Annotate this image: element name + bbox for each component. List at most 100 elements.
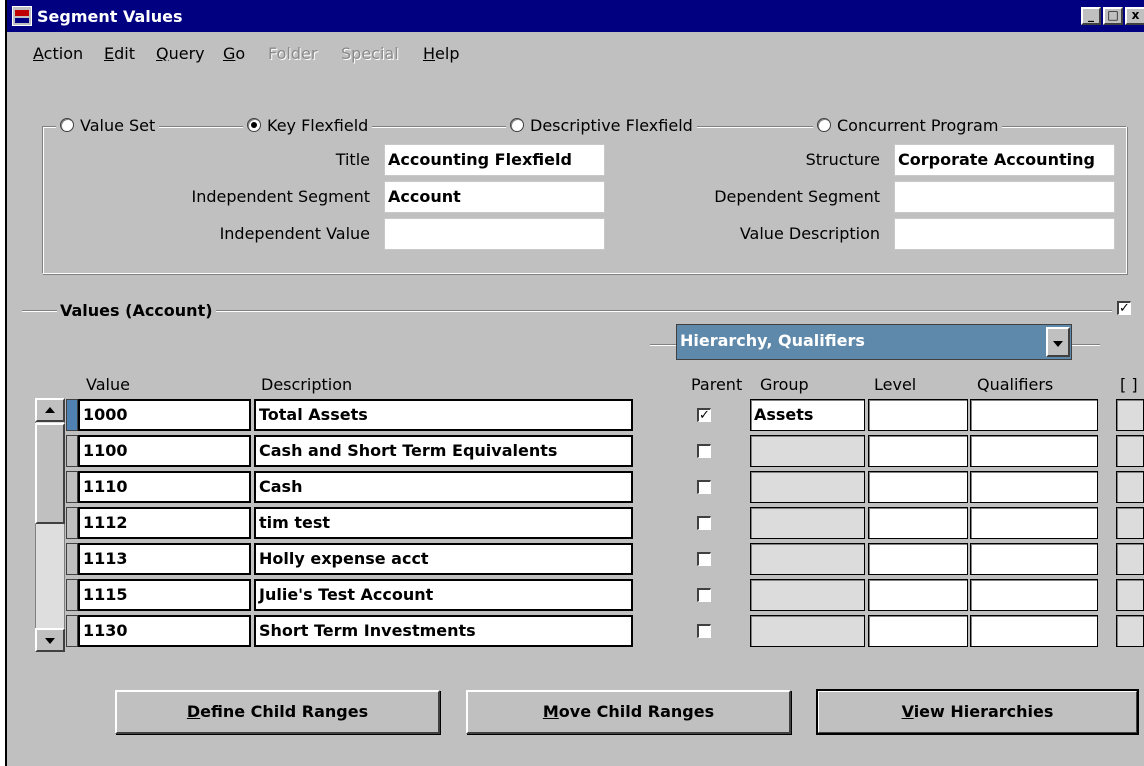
arrow-down-icon: [45, 638, 55, 644]
value-description-label: Value Description: [739, 224, 880, 243]
group-cell[interactable]: [750, 615, 865, 647]
independent-value-label: Independent Value: [219, 224, 370, 243]
group-cell[interactable]: [750, 435, 865, 467]
define-label: efine Child Ranges: [200, 702, 369, 721]
region-line-left: [650, 344, 676, 346]
type-option-key-flexfield[interactable]: Key Flexfield: [243, 115, 373, 137]
row-selector[interactable]: [66, 471, 78, 503]
scroll-down-button[interactable]: [35, 628, 65, 652]
row-selector[interactable]: [66, 579, 78, 611]
independent-segment-field[interactable]: Account: [384, 181, 605, 213]
group-cell[interactable]: Assets: [750, 399, 865, 431]
show-values-checkbox[interactable]: ✓: [1117, 301, 1131, 315]
qualifiers-cell[interactable]: [970, 543, 1098, 575]
type-option-value-set[interactable]: Value Set: [56, 115, 160, 137]
col-header-level: Level: [874, 375, 917, 394]
parent-checkbox[interactable]: [697, 480, 711, 494]
menu-item-query[interactable]: Query: [156, 43, 205, 65]
menu-item-edit[interactable]: Edit: [104, 43, 135, 65]
minimize-button[interactable]: _: [1081, 7, 1101, 25]
col-header-group: Group: [760, 375, 809, 394]
description-cell[interactable]: Julie's Test Account: [254, 579, 633, 611]
menu-item-action[interactable]: Action: [33, 43, 83, 65]
level-cell[interactable]: [868, 471, 968, 503]
row-selector[interactable]: [66, 543, 78, 575]
menu-item-folder[interactable]: Folder: [268, 43, 317, 65]
value-cell[interactable]: 1000: [78, 399, 251, 431]
level-cell[interactable]: [868, 507, 968, 539]
move-child-ranges-button[interactable]: Move Child Ranges: [466, 690, 791, 734]
description-cell[interactable]: Short Term Investments: [254, 615, 633, 647]
group-cell[interactable]: [750, 579, 865, 611]
title-field[interactable]: Accounting Flexfield: [384, 144, 605, 176]
independent-value-field[interactable]: [384, 218, 605, 250]
close-button[interactable]: x: [1125, 7, 1144, 25]
menu-item-go[interactable]: Go: [223, 43, 245, 65]
value-cell[interactable]: 1130: [78, 615, 251, 647]
value-cell[interactable]: 1112: [78, 507, 251, 539]
left-frame-edge: [0, 0, 7, 766]
qualifiers-cell[interactable]: [970, 399, 1098, 431]
value-cell[interactable]: 1100: [78, 435, 251, 467]
level-cell[interactable]: [868, 615, 968, 647]
row-selector[interactable]: [66, 399, 78, 431]
parent-checkbox[interactable]: [697, 552, 711, 566]
parent-checkbox[interactable]: [697, 624, 711, 638]
dff-cell[interactable]: [1116, 435, 1144, 467]
scroll-up-button[interactable]: [35, 398, 65, 422]
description-cell[interactable]: Total Assets: [254, 399, 633, 431]
row-selector[interactable]: [66, 615, 78, 647]
menu-mnemonic: A: [33, 44, 44, 63]
radio-unselected-icon[interactable]: [817, 118, 831, 132]
row-selector[interactable]: [66, 435, 78, 467]
level-cell[interactable]: [868, 435, 968, 467]
parent-checkbox[interactable]: ✓: [697, 408, 711, 422]
scrollbar-thumb[interactable]: [35, 423, 65, 524]
view-hierarchies-button[interactable]: View Hierarchies: [816, 689, 1139, 735]
value-cell[interactable]: 1115: [78, 579, 251, 611]
value-cell[interactable]: 1113: [78, 543, 251, 575]
qualifiers-cell[interactable]: [970, 471, 1098, 503]
parent-checkbox[interactable]: [697, 444, 711, 458]
type-option-label: Descriptive Flexfield: [530, 116, 693, 135]
dff-cell[interactable]: [1116, 579, 1144, 611]
description-cell[interactable]: tim test: [254, 507, 633, 539]
radio-selected-icon[interactable]: [247, 118, 261, 132]
level-cell[interactable]: [868, 579, 968, 611]
dff-cell[interactable]: [1116, 471, 1144, 503]
dff-cell[interactable]: [1116, 507, 1144, 539]
radio-unselected-icon[interactable]: [510, 118, 524, 132]
dependent-segment-field[interactable]: [894, 181, 1115, 213]
qualifiers-cell[interactable]: [970, 435, 1098, 467]
structure-field[interactable]: Corporate Accounting: [894, 144, 1115, 176]
window-icon[interactable]: [12, 6, 32, 26]
qualifiers-cell[interactable]: [970, 615, 1098, 647]
group-cell[interactable]: [750, 471, 865, 503]
value-description-field[interactable]: [894, 218, 1115, 250]
menu-label: Special: [341, 44, 399, 63]
parent-checkbox[interactable]: [697, 516, 711, 530]
menu-item-special[interactable]: Special: [341, 43, 399, 65]
group-cell[interactable]: [750, 543, 865, 575]
qualifiers-cell[interactable]: [970, 579, 1098, 611]
parent-checkbox[interactable]: [697, 588, 711, 602]
maximize-button[interactable]: □: [1103, 7, 1123, 25]
chevron-down-icon[interactable]: [1046, 327, 1070, 357]
group-cell[interactable]: [750, 507, 865, 539]
description-cell[interactable]: Cash: [254, 471, 633, 503]
row-selector[interactable]: [66, 507, 78, 539]
dff-cell[interactable]: [1116, 399, 1144, 431]
level-cell[interactable]: [868, 543, 968, 575]
value-cell[interactable]: 1110: [78, 471, 251, 503]
description-cell[interactable]: Holly expense acct: [254, 543, 633, 575]
description-cell[interactable]: Cash and Short Term Equivalents: [254, 435, 633, 467]
type-option-descriptive-flexfield[interactable]: Descriptive Flexfield: [506, 115, 697, 137]
define-child-ranges-button[interactable]: Define Child Ranges: [115, 690, 440, 734]
type-option-concurrent-program[interactable]: Concurrent Program: [813, 115, 1003, 137]
dff-cell[interactable]: [1116, 615, 1144, 647]
qualifiers-cell[interactable]: [970, 507, 1098, 539]
dff-cell[interactable]: [1116, 543, 1144, 575]
menu-item-help[interactable]: Help: [423, 43, 459, 65]
radio-unselected-icon[interactable]: [60, 118, 74, 132]
level-cell[interactable]: [868, 399, 968, 431]
